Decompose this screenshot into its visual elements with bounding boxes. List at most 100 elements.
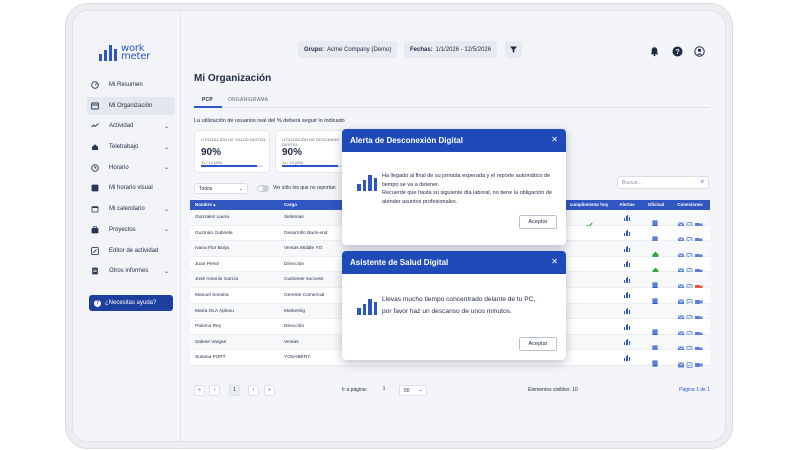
connections-icons[interactable] — [678, 355, 704, 368]
cell-name[interactable]: Manuel Soneira — [195, 288, 229, 303]
connections-icons[interactable] — [678, 261, 704, 275]
dialog-header: Asistente de Salud Digital ✕ — [342, 251, 566, 274]
stat-progress-bar — [282, 165, 344, 167]
alerts-chart-icon[interactable] — [624, 245, 630, 252]
digital-health-dialog: Asistente de Salud Digital ✕ Llevas much… — [342, 251, 566, 360]
sidebar-item-editor-de-actividad[interactable]: Editor de actividad — [87, 242, 175, 260]
reports-icon — [91, 267, 99, 275]
column-header-alertas[interactable]: Alertas — [614, 200, 640, 210]
connections-icons[interactable] — [678, 246, 704, 259]
status-filter-select[interactable]: Todos ⌄ — [194, 183, 248, 194]
connections-icons[interactable] — [678, 277, 704, 290]
column-header-cumplimiento[interactable]: cumplimiento hoy — [564, 200, 614, 210]
date-range-selector[interactable]: Fechas: 1/1/2026 - 12/5/2026 — [404, 41, 498, 58]
dialog-message: Ha llegado al final de su jornada espera… — [382, 173, 553, 205]
user-account-icon[interactable] — [694, 44, 705, 57]
go-to-page-label: Ir a página: — [342, 387, 368, 393]
accept-button[interactable]: Aceptar — [519, 337, 557, 351]
cell-role: Gerente Comercial — [284, 292, 325, 298]
sidebar: work meter Mi Resumen Mi Organización Ac… — [73, 11, 181, 441]
sidebar-item-label: Mi Organización — [109, 102, 153, 109]
connections-icons[interactable] — [678, 339, 704, 353]
last-page-button[interactable]: » — [264, 385, 275, 396]
sidebar-item-actividad[interactable]: Actividad ⌄ — [87, 117, 175, 135]
accept-button[interactable]: Aceptar — [519, 215, 557, 229]
sidebar-item-proyectos[interactable]: Proyectos ⌄ — [87, 221, 175, 239]
filter-button[interactable] — [505, 41, 522, 58]
page-number-button[interactable]: 1 — [229, 385, 240, 396]
cell-name[interactable]: Guzmán Gabriela — [195, 226, 233, 241]
sidebar-item-label: Editor de actividad — [109, 247, 159, 254]
organization-icon — [91, 102, 99, 110]
select-value: Todos — [199, 186, 213, 192]
cell-name[interactable]: Juan Perez — [195, 257, 219, 272]
alerts-chart-icon[interactable] — [624, 214, 630, 221]
sidebar-item-mi-calendario[interactable]: Mi calendario ⌄ — [87, 200, 175, 218]
group-selector[interactable]: Grupo: Acme Company (Demo) — [298, 41, 398, 58]
connections-icons[interactable] — [678, 308, 704, 321]
sidebar-item-mi-organizacion[interactable]: Mi Organización — [87, 96, 175, 115]
alerts-chart-icon[interactable] — [624, 323, 630, 330]
notification-bell-icon[interactable] — [649, 44, 660, 57]
sidebar-item-label: Teletrabajo — [109, 144, 139, 151]
cell-name[interactable]: Salene Vargas — [195, 335, 226, 350]
building-icon — [652, 276, 658, 289]
column-header-cargo[interactable]: Cargo — [284, 200, 297, 210]
sidebar-item-otros-informes[interactable]: Otros informes ⌄ — [87, 262, 175, 280]
connections-icons[interactable] — [678, 230, 704, 243]
stat-label: UTILIZACIÓN DE DESCANSO DIGITAL — [282, 137, 340, 147]
connections-icons[interactable] — [678, 292, 704, 306]
close-icon[interactable]: ✕ — [551, 257, 558, 266]
alerts-chart-icon[interactable] — [624, 276, 630, 283]
chevron-down-icon: ⌄ — [163, 123, 169, 130]
search-icon[interactable]: ⌕ — [701, 179, 704, 186]
first-page-button[interactable]: « — [194, 385, 205, 396]
app-window: work meter Mi Resumen Mi Organización Ac… — [72, 10, 726, 442]
building-icon — [652, 230, 658, 243]
alerts-chart-icon[interactable] — [624, 292, 630, 299]
cell-name[interactable]: Ivana Flor Borja — [195, 241, 229, 256]
cell-name[interactable]: María OLA Aploou — [195, 304, 234, 319]
tab-pcp[interactable]: PCP — [202, 97, 213, 103]
stat-label: UTILIZACIÓN DE SALUD DIGITAL — [201, 137, 267, 142]
sidebar-item-horario[interactable]: Horario ⌄ — [87, 159, 175, 177]
search-input[interactable]: Buscar... ⌕ — [617, 176, 709, 189]
connections-icons[interactable] — [678, 215, 704, 228]
cell-name[interactable]: Paloma Rey — [195, 319, 221, 334]
sidebar-item-teletrabajo[interactable]: Teletrabajo ⌄ — [87, 138, 175, 156]
sidebar-item-mi-horario-visual[interactable]: Mi horario visual — [87, 179, 175, 197]
page-size-select[interactable]: 50 ⌄ — [399, 385, 427, 396]
column-header-nombre[interactable]: Nombre ▴ — [195, 200, 216, 210]
logo-bars-icon — [99, 43, 117, 61]
alerts-chart-icon[interactable] — [624, 339, 630, 346]
non-reporting-toggle[interactable] — [257, 185, 269, 192]
connections-icons[interactable] — [678, 324, 704, 337]
tab-organigrama[interactable]: ORGANIGRAMA — [228, 97, 268, 103]
column-header-oficinal[interactable]: Oficinal — [642, 200, 670, 210]
alerts-chart-icon[interactable] — [624, 261, 630, 268]
prev-page-button[interactable]: ‹ — [209, 385, 220, 396]
sidebar-nav: Mi Resumen Mi Organización Actividad ⌄ T… — [87, 76, 175, 283]
help-circle-icon[interactable]: ? — [672, 44, 683, 57]
building-icon — [652, 323, 658, 336]
alerts-chart-icon[interactable] — [624, 230, 630, 237]
calendar-icon — [91, 205, 99, 213]
chevron-down-icon: ⌄ — [163, 206, 169, 213]
sidebar-item-mi-resumen[interactable]: Mi Resumen — [87, 76, 175, 94]
close-icon[interactable]: ✕ — [551, 135, 558, 144]
stat-card-descanso-digital: UTILIZACIÓN DE DESCANSO DIGITAL 90% 11 /… — [275, 130, 351, 173]
cell-name[interactable]: Susana FORT — [195, 350, 226, 365]
help-button[interactable]: ? ¿Necesitas ayuda? — [89, 295, 173, 311]
column-header-conexiones[interactable]: Conexiones — [670, 200, 710, 210]
alerts-chart-icon[interactable] — [624, 354, 630, 361]
alerts-chart-icon[interactable] — [624, 308, 630, 315]
clock-icon — [91, 164, 99, 172]
cell-name[interactable]: Gonzalez Laura — [195, 210, 229, 225]
stat-progress-bar — [201, 165, 263, 167]
go-to-page-input[interactable]: 1 — [375, 385, 393, 396]
cell-role: Desarrollo Back-end — [284, 230, 328, 236]
next-page-button[interactable]: › — [248, 385, 259, 396]
sidebar-item-label: Mi calendario — [109, 206, 145, 213]
workmeter-logo[interactable]: work meter — [99, 43, 150, 62]
cell-name[interactable]: José Antonio García — [195, 272, 238, 287]
